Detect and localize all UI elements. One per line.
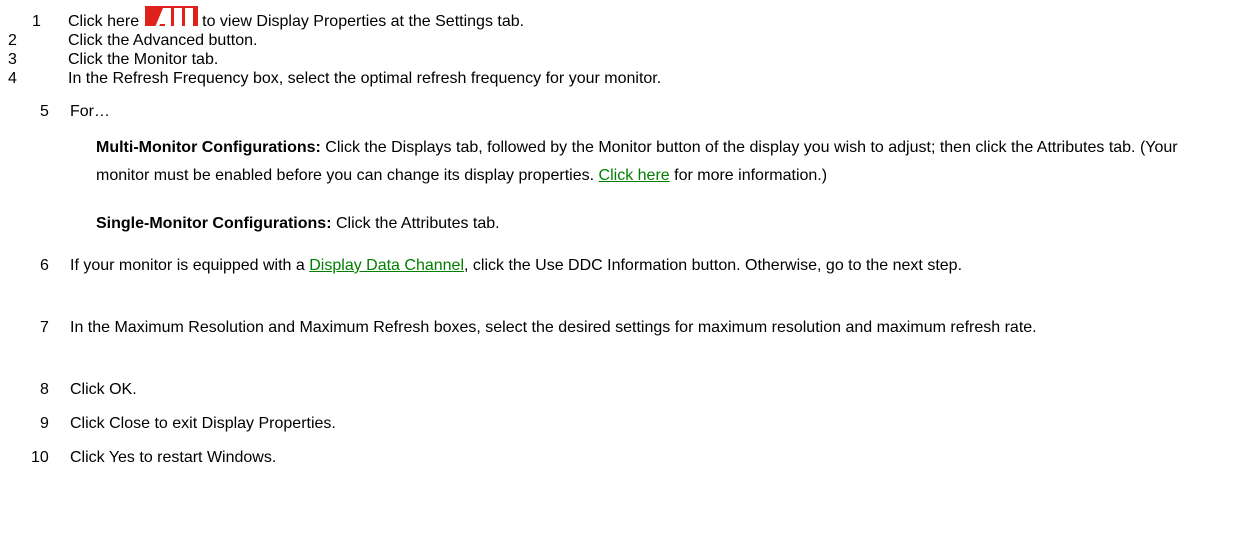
step-1-post-text: to view Display Properties at the Settin… <box>202 13 525 30</box>
step-6-pre-text: If your monitor is equipped with a <box>70 257 305 274</box>
step-number-1: 1 <box>32 13 41 30</box>
step-number-7: 7 <box>40 319 49 336</box>
single-monitor-label: Single-Monitor Configurations: <box>96 215 332 232</box>
multi-monitor-paragraph: Multi-Monitor Configurations: Click the … <box>96 134 1226 190</box>
display-data-channel-link[interactable]: Display Data Channel <box>309 257 464 274</box>
step-2: Click the Advanced button. <box>68 32 258 49</box>
step-4: In the Refresh Frequency box, select the… <box>68 70 662 87</box>
step-number-2: 2 <box>8 32 17 49</box>
step-3: Click the Monitor tab. <box>68 51 219 68</box>
step-number-8: 8 <box>40 381 49 398</box>
single-monitor-text: Click the Attributes tab. <box>335 215 500 232</box>
step-number-4: 4 <box>8 70 17 87</box>
multi-monitor-after-text: for more information.) <box>674 167 828 184</box>
step-6-post-text: , click the Use DDC Information button. … <box>464 257 963 274</box>
ati-logo-icon[interactable] <box>145 6 199 26</box>
step-5: For… <box>70 103 110 120</box>
step-number-3: 3 <box>8 51 17 68</box>
single-monitor-paragraph: Single-Monitor Configurations: Click the… <box>96 214 500 234</box>
step-9: Click Close to exit Display Properties. <box>70 415 336 432</box>
step-7: In the Maximum Resolution and Maximum Re… <box>70 319 1037 336</box>
multi-monitor-label: Multi-Monitor Configurations: <box>96 139 321 156</box>
click-here-link[interactable]: Click here <box>599 167 670 184</box>
step-number-9: 9 <box>40 415 49 432</box>
step-6: If your monitor is equipped with a Displ… <box>70 252 1220 280</box>
step-number-6: 6 <box>40 257 49 274</box>
step-1-pre-text: Click here <box>68 13 140 30</box>
step-1: Click here to view Display Properties at … <box>68 6 525 32</box>
step-number-5: 5 <box>40 103 49 120</box>
step-10: Click Yes to restart Windows. <box>70 449 277 466</box>
step-8: Click OK. <box>70 381 137 398</box>
step-number-10: 10 <box>31 449 49 466</box>
